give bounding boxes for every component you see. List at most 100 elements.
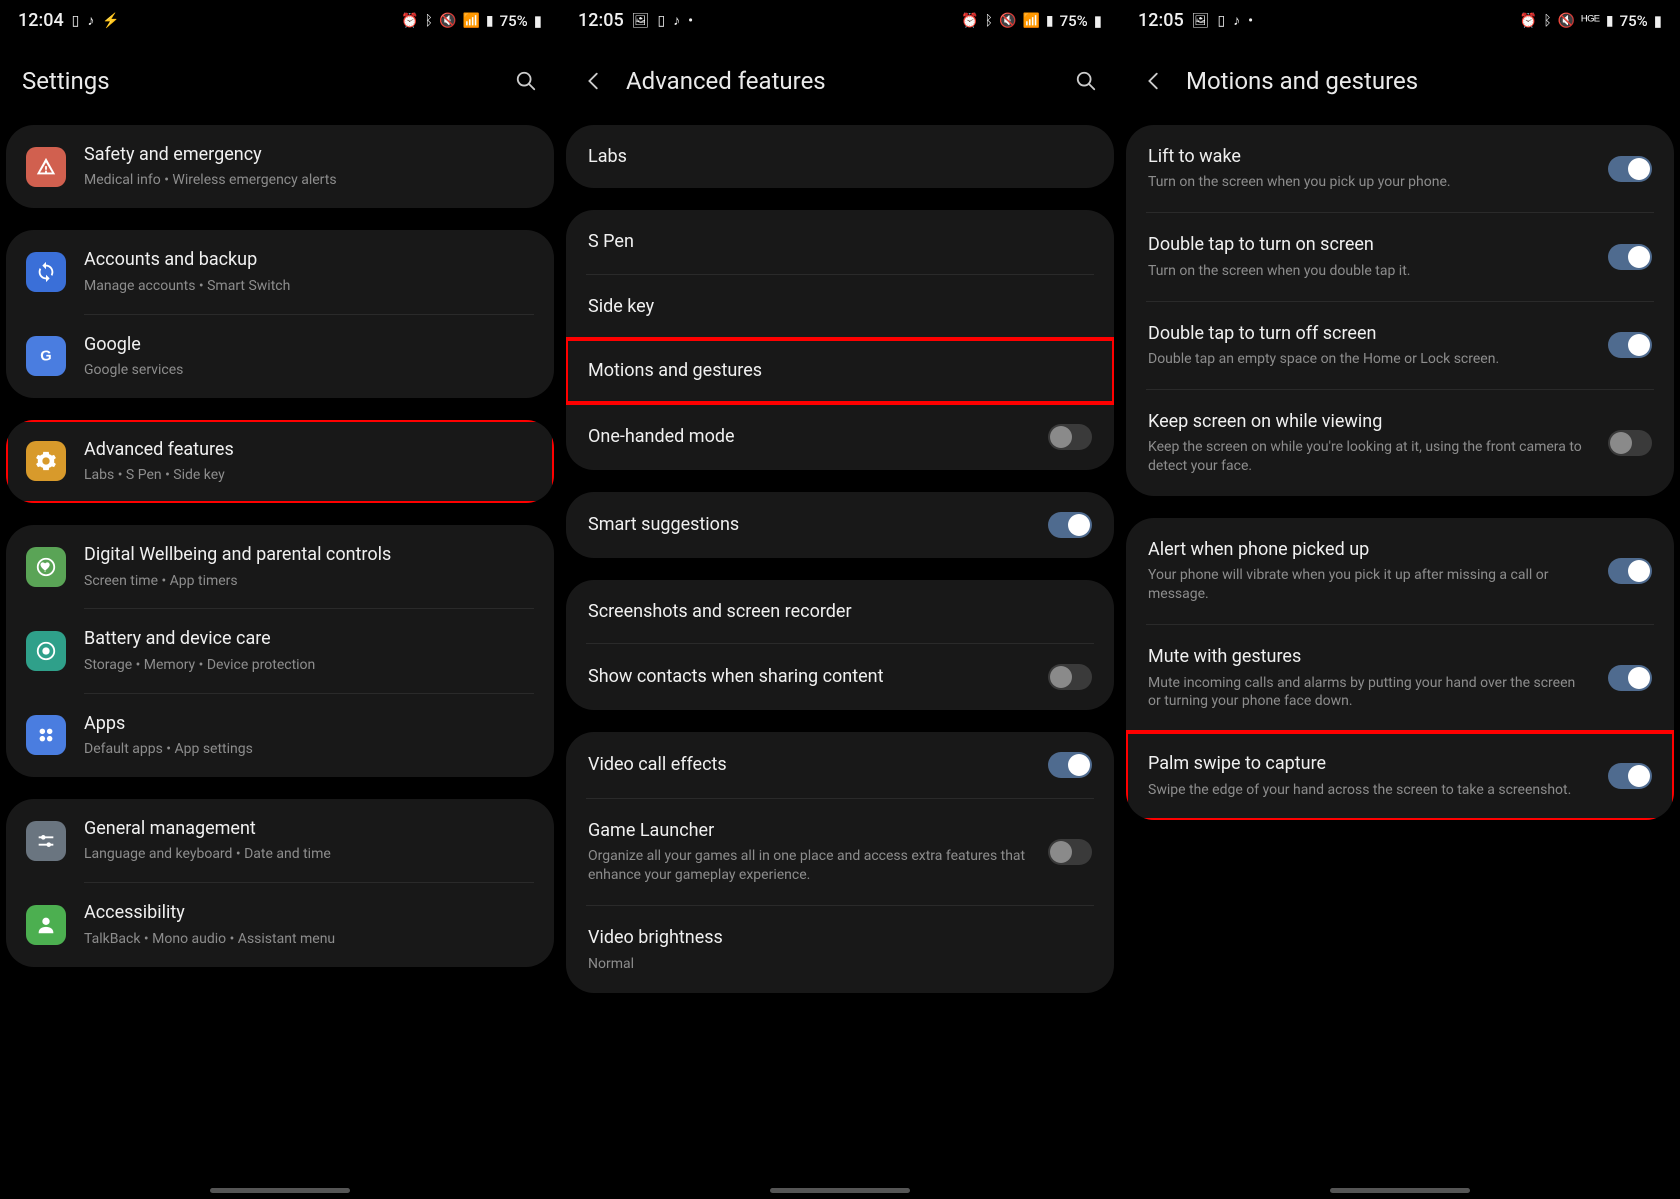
music-icon: ♪ [673,12,680,29]
sim-icon: ▯ [1217,13,1225,29]
battery-icon: ▮ [1094,12,1102,30]
toggle-switch[interactable] [1048,424,1092,450]
battery-icon: ▮ [1654,12,1662,30]
item-title: Digital Wellbeing and parental controls [84,543,534,566]
item-title: Side key [588,295,1092,318]
search-icon[interactable] [514,69,538,93]
item-title: Advanced features [84,438,534,461]
item-title: Video brightness [588,926,1092,949]
nav-handle[interactable] [210,1188,350,1193]
settings-item[interactable]: Smart suggestions [566,492,1114,558]
toggle-switch[interactable] [1608,558,1652,584]
bt-icon: ᛒ [425,13,433,29]
settings-group: Screenshots and screen recorder Show cont… [566,580,1114,710]
signal-icon: ▮ [486,13,494,29]
music-icon: ♪ [87,12,94,29]
settings-item[interactable]: Accessibility TalkBack • Mono audio • Ass… [6,883,554,966]
nav-handle[interactable] [770,1188,910,1193]
mute-icon: 🔇 [999,13,1016,29]
item-title: One-handed mode [588,425,1030,448]
svg-text:G: G [40,349,51,365]
sim-icon: ▯ [72,13,80,29]
page-title: Settings [22,67,494,95]
music-icon: ♪ [1233,12,1240,29]
settings-item[interactable]: Palm swipe to captureSwipe the edge of y… [1126,732,1674,819]
settings-item[interactable]: Game LauncherOrganize all your games all… [566,799,1114,905]
toggle-switch[interactable] [1608,332,1652,358]
toggle-switch[interactable] [1608,763,1652,789]
settings-item[interactable]: One-handed mode [566,404,1114,470]
settings-item[interactable]: GGoogleGoogle services [6,315,554,398]
item-title: Screenshots and screen recorder [588,600,1092,623]
settings-item[interactable]: Lift to wakeTurn on the screen when you … [1126,125,1674,212]
item-subtitle: Language and keyboard • Date and time [84,845,534,864]
item-subtitle: TalkBack • Mono audio • Assistant menu [84,930,534,949]
item-title: Palm swipe to capture [1148,752,1590,775]
sliders-icon [26,821,66,861]
settings-item[interactable]: Battery and device careStorage • Memory … [6,609,554,692]
settings-item[interactable]: Keep screen on while viewingKeep the scr… [1126,390,1674,496]
image-icon: 🖼 [632,13,650,29]
settings-item[interactable]: Accounts and backupManage accounts • Sma… [6,230,554,313]
battery-percent: 75% [1060,12,1088,30]
settings-item[interactable]: Advanced featuresLabs • S Pen • Side key [6,420,554,503]
toggle-switch[interactable] [1608,244,1652,270]
item-subtitle: Turn on the screen when you pick up your… [1148,173,1590,192]
gear-icon [26,441,66,481]
toggle-switch[interactable] [1048,839,1092,865]
nav-handle[interactable] [1330,1188,1470,1193]
settings-group: Smart suggestions [566,492,1114,558]
settings-item[interactable]: Labs [566,125,1114,188]
settings-group: Labs [566,125,1114,188]
settings-item[interactable]: General management Language and keyboard … [6,799,554,882]
item-title: Accessibility [84,901,534,924]
mute-icon: 🔇 [1558,13,1575,29]
search-icon[interactable] [1074,69,1098,93]
4g-icon: ᴴᴳᴱ [1581,12,1600,29]
item-title: Game Launcher [588,819,1030,842]
item-subtitle: Manage accounts • Smart Switch [84,277,534,296]
settings-item[interactable]: Safety and emergencyMedical info • Wirel… [6,125,554,208]
image-icon: 🖼 [1192,13,1210,29]
screen-header: Settings [0,37,560,125]
toggle-switch[interactable] [1608,665,1652,691]
dot-icon: • [688,13,693,29]
settings-item[interactable]: Motions and gestures [566,339,1114,402]
settings-item[interactable]: Video call effects [566,732,1114,798]
status-bar: 12:05🖼▯♪•⏰ᛒ🔇📶▮75%▮ [560,0,1120,37]
settings-item[interactable]: Mute with gesturesMute incoming calls an… [1126,625,1674,731]
settings-item[interactable]: Digital Wellbeing and parental controlsS… [6,525,554,608]
toggle-switch[interactable] [1608,430,1652,456]
item-title: General management [84,817,534,840]
care-icon [26,631,66,671]
settings-group: Video call effectsGame LauncherOrganize … [566,732,1114,993]
settings-group: Digital Wellbeing and parental controlsS… [6,525,554,777]
settings-item[interactable]: Side key [566,275,1114,338]
screen-header: Advanced features [560,37,1120,125]
settings-item[interactable]: Double tap to turn off screenDouble tap … [1126,302,1674,389]
toggle-switch[interactable] [1048,752,1092,778]
settings-group: Advanced featuresLabs • S Pen • Side key [6,420,554,503]
toggle-switch[interactable] [1048,512,1092,538]
item-title: Alert when phone picked up [1148,538,1590,561]
settings-item[interactable]: Video brightnessNormal [566,906,1114,993]
settings-item[interactable]: S Pen [566,210,1114,273]
back-icon[interactable] [1142,69,1166,93]
settings-item[interactable]: Show contacts when sharing content [566,644,1114,710]
settings-item[interactable]: Alert when phone picked upYour phone wil… [1126,518,1674,624]
settings-group: Lift to wakeTurn on the screen when you … [1126,125,1674,496]
toggle-switch[interactable] [1608,156,1652,182]
signal-icon: ▮ [1606,13,1614,29]
item-title: Double tap to turn off screen [1148,322,1590,345]
item-subtitle: Turn on the screen when you double tap i… [1148,262,1590,281]
settings-item[interactable]: Double tap to turn on screenTurn on the … [1126,213,1674,300]
sync-icon [26,252,66,292]
back-icon[interactable] [582,69,606,93]
settings-item[interactable]: AppsDefault apps • App settings [6,694,554,777]
toggle-switch[interactable] [1048,664,1092,690]
bt-icon: ᛒ [1543,13,1551,29]
alarm-icon: ⏰ [1520,13,1537,29]
settings-item[interactable]: Screenshots and screen recorder [566,580,1114,643]
phone-screen: 12:05🖼▯♪•⏰ᛒ🔇ᴴᴳᴱ▮75%▮Motions and gestures… [1120,0,1680,1199]
sim-icon: ▯ [657,13,665,29]
